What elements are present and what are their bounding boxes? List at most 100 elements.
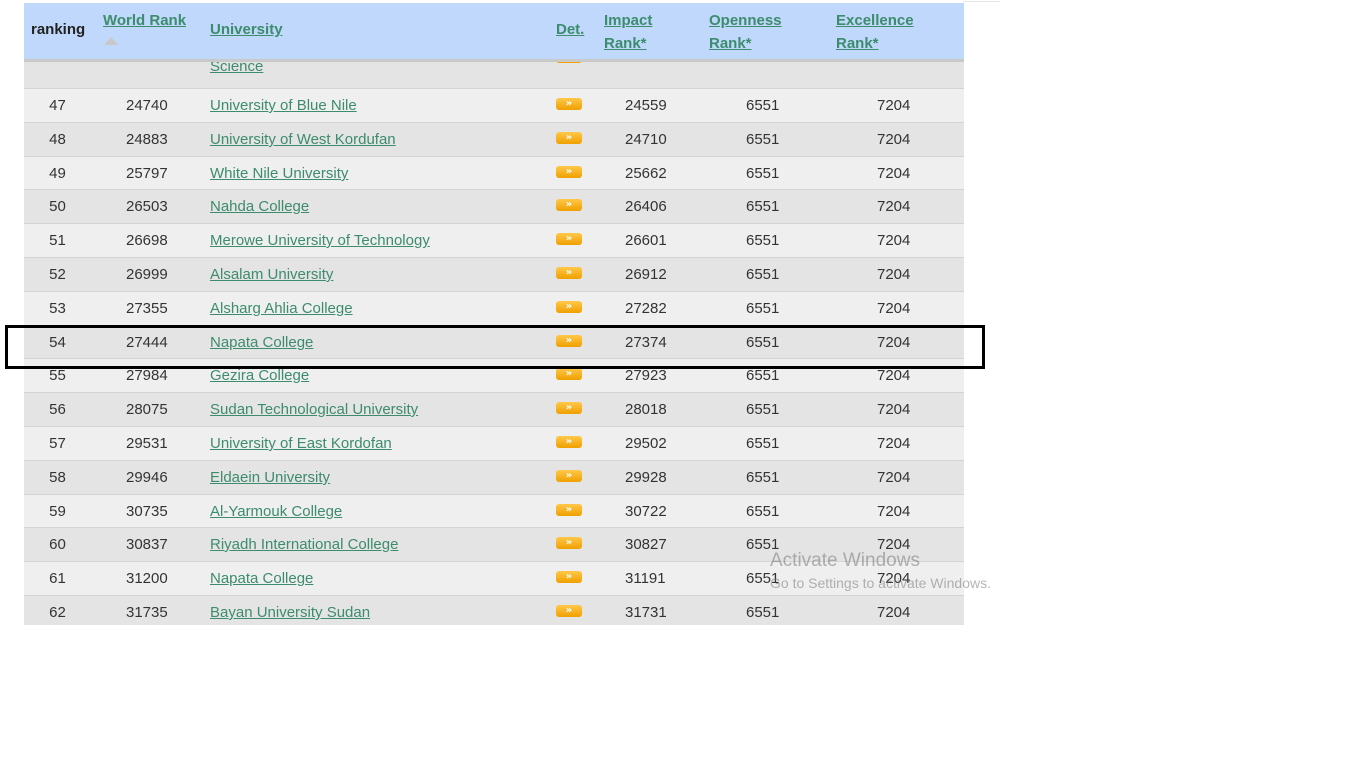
header-divider: [24, 59, 964, 62]
cell-university[interactable]: University of Blue Nile: [210, 89, 357, 122]
university-link[interactable]: Napata College: [210, 570, 313, 587]
university-link[interactable]: Bayan University Sudan: [210, 604, 370, 621]
details-arrow-icon[interactable]: »: [556, 504, 582, 516]
details-arrow-icon[interactable]: »: [556, 199, 582, 211]
details-arrow-icon[interactable]: »: [556, 267, 582, 279]
cell-impact-rank: 28018: [625, 401, 667, 418]
cell-university[interactable]: Sudan Technological University: [210, 393, 418, 426]
details-arrow-icon[interactable]: »: [556, 132, 582, 144]
university-link[interactable]: University of West Kordufan: [210, 131, 396, 148]
university-link[interactable]: Alsharg Ahlia College: [210, 300, 353, 317]
cell-excellence-rank: 7204: [877, 604, 911, 621]
impact-rank-sort-link[interactable]: Impact Rank*: [604, 12, 652, 52]
university-link[interactable]: University of Blue Nile: [210, 97, 357, 114]
details-arrow-icon[interactable]: »: [556, 436, 582, 448]
details-arrow-icon[interactable]: »: [556, 571, 582, 583]
details-arrow-icon[interactable]: »: [556, 368, 582, 380]
cell-excellence-rank: 7204: [877, 198, 911, 215]
cell-university[interactable]: White Nile University: [210, 157, 348, 190]
cell-ranking: 61: [49, 570, 66, 587]
university-link[interactable]: Merowe University of Technology: [210, 232, 430, 249]
table-row: 47 24740 University of Blue Nile » 24559 6551…: [24, 89, 964, 123]
cell-excellence-rank: 7204: [877, 435, 911, 452]
sort-ascending-icon[interactable]: [104, 37, 118, 45]
details-arrow-icon[interactable]: »: [556, 537, 582, 549]
cell-impact-rank: 31191: [625, 570, 666, 587]
excellence-rank-sort-link[interactable]: Excellence Rank*: [836, 12, 914, 52]
cell-university[interactable]: Alsalam University: [210, 258, 333, 291]
cell-impact-rank: 27282: [625, 300, 667, 317]
cell-world-rank: 28075: [126, 401, 168, 418]
cell-ranking: 50: [49, 198, 66, 215]
cell-impact-rank: 29928: [625, 469, 667, 486]
header-university[interactable]: University: [210, 18, 283, 41]
cell-university[interactable]: University of East Kordofan: [210, 427, 392, 460]
cell-impact-rank: 26912: [625, 266, 667, 283]
details-arrow-icon[interactable]: »: [556, 233, 582, 245]
openness-rank-sort-link[interactable]: Openness Rank*: [709, 12, 782, 52]
cell-university[interactable]: Bayan University Sudan: [210, 596, 370, 625]
cell-openness-rank: 6551: [746, 503, 780, 520]
cell-world-rank: 29946: [126, 469, 168, 486]
details-arrow-icon[interactable]: »: [556, 98, 582, 110]
table-row: 57 29531 University of East Kordofan » 29502…: [24, 427, 964, 461]
university-link[interactable]: University of East Kordofan: [210, 435, 392, 452]
cell-impact-rank: 26601: [625, 232, 667, 249]
cell-openness-rank: 6551: [746, 570, 780, 587]
details-arrow-icon[interactable]: »: [556, 402, 582, 414]
cell-university[interactable]: Nahda College: [210, 190, 309, 223]
header-excellence-rank[interactable]: Excellence Rank*: [836, 9, 914, 55]
cell-ranking: 47: [49, 97, 66, 114]
cell-excellence-rank: 7204: [877, 570, 911, 587]
excellence-rank-line-1: Excellence: [836, 12, 914, 29]
university-sort-link[interactable]: University: [210, 21, 283, 38]
details-arrow-icon[interactable]: »: [556, 301, 582, 313]
world-rank-sort-link[interactable]: World Rank: [103, 12, 186, 29]
cell-university[interactable]: Napata College: [210, 562, 313, 595]
impact-rank-line-1: Impact: [604, 12, 653, 29]
cell-world-rank: 26999: [126, 266, 168, 283]
table-row: 50 26503 Nahda College » 26406 6551 7204: [24, 190, 964, 224]
header-ranking: ranking: [31, 21, 86, 38]
header-world-rank[interactable]: World Rank: [103, 9, 186, 32]
cell-university[interactable]: Alsharg Ahlia College: [210, 292, 353, 325]
university-link[interactable]: Eldaein University: [210, 469, 330, 486]
det-sort-link[interactable]: Det.: [556, 21, 584, 38]
university-link[interactable]: Al-Yarmouk College: [210, 503, 342, 520]
cell-openness-rank: 6551: [746, 536, 780, 553]
cell-impact-rank: 24710: [625, 131, 667, 148]
header-impact-rank[interactable]: Impact Rank*: [604, 9, 652, 55]
university-link[interactable]: Nahda College: [210, 198, 309, 215]
cell-university[interactable]: University of West Kordufan: [210, 123, 396, 156]
cell-university[interactable]: Merowe University of Technology: [210, 224, 430, 257]
cell-university[interactable]: Riyadh International College: [210, 528, 398, 561]
details-arrow-icon[interactable]: »: [556, 605, 582, 617]
table-row: 53 27355 Alsharg Ahlia College » 27282 6551 72…: [24, 292, 964, 326]
university-link[interactable]: Sudan Technological University: [210, 401, 418, 418]
cell-excellence-rank: 7204: [877, 401, 911, 418]
cell-ranking: 48: [49, 131, 66, 148]
cell-openness-rank: 6551: [746, 232, 780, 249]
excellence-rank-line-2: Rank*: [836, 35, 879, 52]
highlight-box: [5, 325, 985, 369]
cell-openness-rank: 6551: [746, 604, 780, 621]
header-det[interactable]: Det.: [556, 18, 584, 41]
details-arrow-icon[interactable]: »: [556, 470, 582, 482]
university-link[interactable]: Gezira College: [210, 367, 309, 384]
cell-ranking: 58: [49, 469, 66, 486]
university-link[interactable]: White Nile University: [210, 165, 348, 182]
university-link[interactable]: Riyadh International College: [210, 536, 398, 553]
table-header: ranking World Rank University Det. Impac…: [24, 3, 964, 59]
cell-world-rank: 24740: [126, 97, 168, 114]
details-arrow-icon[interactable]: »: [556, 166, 582, 178]
table-row: 62 31735 Bayan University Sudan » 31731 6551 7…: [24, 596, 964, 625]
university-link[interactable]: Alsalam University: [210, 266, 333, 283]
cell-university[interactable]: Eldaein University: [210, 461, 330, 494]
cell-openness-rank: 6551: [746, 435, 780, 452]
cell-ranking: 51: [49, 232, 66, 249]
cell-openness-rank: 6551: [746, 198, 780, 215]
table-row: 56 28075 Sudan Technological University » 28…: [24, 393, 964, 427]
cell-university[interactable]: Al-Yarmouk College: [210, 495, 342, 528]
header-openness-rank[interactable]: Openness Rank*: [709, 9, 782, 55]
cell-openness-rank: 6551: [746, 266, 780, 283]
